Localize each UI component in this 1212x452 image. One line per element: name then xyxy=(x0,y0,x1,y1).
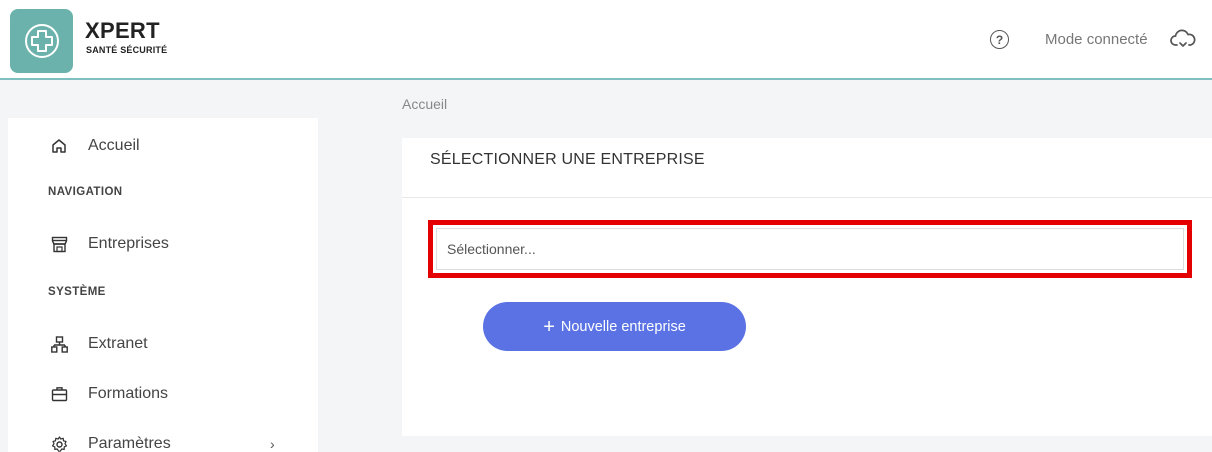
sidebar-item-label: Accueil xyxy=(88,137,140,154)
sidebar-item-label: Formations xyxy=(88,385,169,402)
new-company-label: Nouvelle entreprise xyxy=(560,318,686,335)
sidebar-item-extranet[interactable]: Extranet xyxy=(8,334,318,354)
gear-icon xyxy=(50,435,68,452)
plus-icon: + xyxy=(543,315,555,338)
mode-label: Mode connecté xyxy=(1045,31,1148,48)
select-company-card: SÉLECTIONNER UNE ENTREPRISE xyxy=(402,138,1212,436)
company-select[interactable]: Sélectionner... xyxy=(436,228,1184,270)
store-icon xyxy=(50,235,68,253)
help-icon[interactable]: ? xyxy=(990,30,1009,49)
briefcase-icon xyxy=(50,385,68,403)
logo[interactable] xyxy=(10,9,73,73)
medical-cross-icon xyxy=(24,24,59,58)
section-navigation: NAVIGATION xyxy=(48,186,123,198)
sidebar-item-home[interactable]: Accueil xyxy=(8,136,318,156)
card-title: SÉLECTIONNER UNE ENTREPRISE xyxy=(430,151,705,168)
new-company-button[interactable]: + Nouvelle entreprise xyxy=(483,302,746,351)
brand-subtitle: SANTÉ SÉCURITÉ xyxy=(86,45,168,55)
sidebar-item-trainings[interactable]: Formations xyxy=(8,384,318,404)
breadcrumb[interactable]: Accueil xyxy=(402,96,447,112)
top-bar: XPERT SANTÉ SÉCURITÉ ? Mode connecté xyxy=(0,0,1212,80)
home-icon xyxy=(50,137,68,155)
sidebar-item-settings[interactable]: Paramètres › xyxy=(8,434,318,452)
network-icon xyxy=(50,335,68,353)
card-header: SÉLECTIONNER UNE ENTREPRISE xyxy=(402,138,1212,198)
sidebar-item-label: Paramètres xyxy=(88,435,171,452)
chevron-right-icon: › xyxy=(270,436,275,452)
sidebar-item-label: Extranet xyxy=(88,335,148,352)
sidebar-item-label: Entreprises xyxy=(88,235,169,252)
section-system: SYSTÈME xyxy=(48,286,106,298)
cloud-sync-icon[interactable] xyxy=(1170,28,1196,50)
select-placeholder: Sélectionner... xyxy=(447,241,536,257)
brand-name: XPERT xyxy=(85,18,160,43)
sidebar: Accueil NAVIGATION Entreprises SYSTÈME E… xyxy=(8,118,318,452)
sidebar-item-companies[interactable]: Entreprises xyxy=(8,234,318,254)
